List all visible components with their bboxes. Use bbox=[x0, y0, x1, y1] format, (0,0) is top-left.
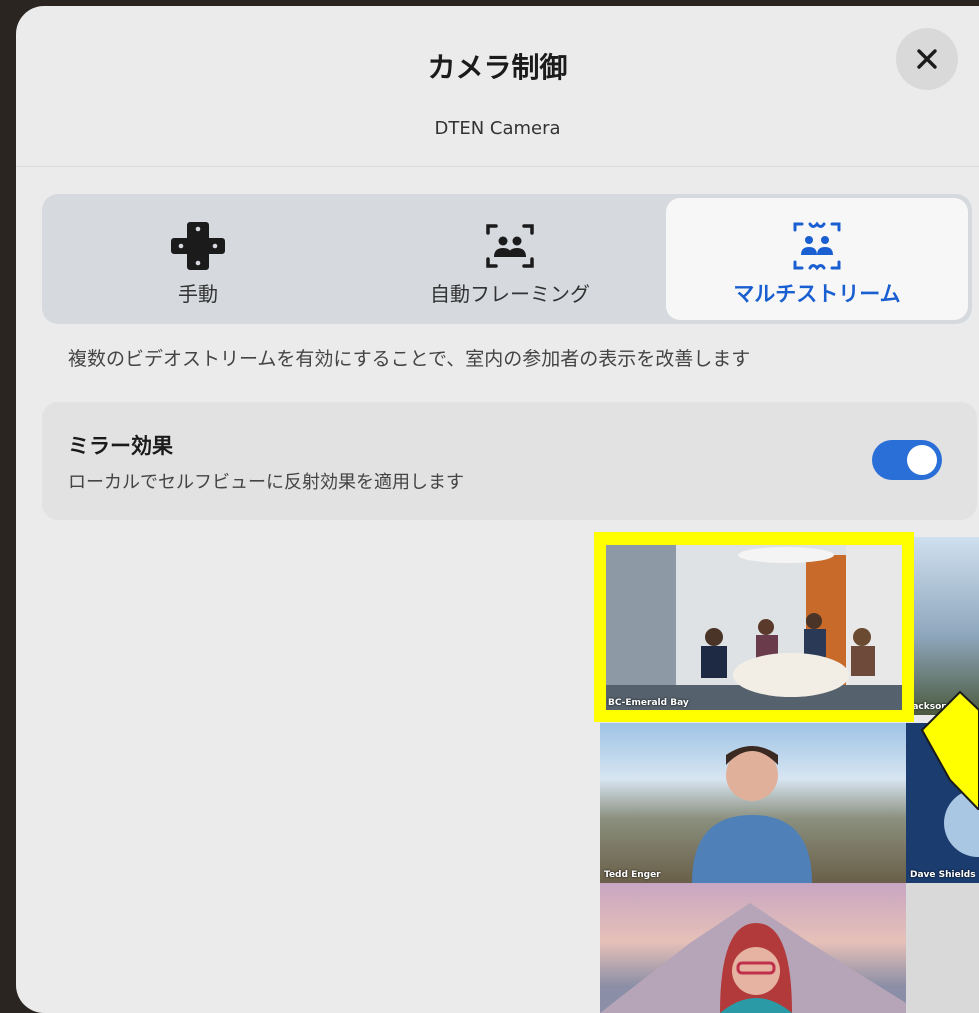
mode-multistream-button[interactable]: マルチストリーム bbox=[666, 198, 968, 320]
video-tile[interactable]: Jackson bbox=[905, 537, 979, 715]
participant-name: Dave Shields bbox=[910, 870, 976, 880]
dialog-title: カメラ制御 bbox=[427, 51, 568, 84]
toggle-knob bbox=[907, 445, 937, 475]
mode-auto-framing-label: 自動フレーミング bbox=[430, 282, 590, 306]
header-divider bbox=[16, 166, 979, 167]
close-icon bbox=[917, 49, 937, 69]
mode-multistream-label: マルチストリーム bbox=[733, 282, 901, 306]
mirror-effect-description: ローカルでセルフビューに反射効果を適用します bbox=[68, 472, 464, 493]
participant-name: Tedd Enger bbox=[604, 870, 661, 880]
video-tile[interactable]: BC-Emerald Bay bbox=[594, 532, 914, 722]
multistream-icon bbox=[793, 221, 841, 271]
participant-video bbox=[600, 903, 906, 1013]
mode-auto-framing-button[interactable]: 自動フレーミング bbox=[354, 194, 666, 324]
video-tile[interactable] bbox=[600, 883, 906, 1013]
camera-mode-selector: 手動 自動フレーミング マルチストリーム bbox=[42, 194, 972, 324]
mode-manual-label: 手動 bbox=[178, 282, 218, 306]
participant-name: BC-Emerald Bay bbox=[608, 698, 689, 708]
mirror-effect-title: ミラー効果 bbox=[68, 434, 173, 458]
participant-video bbox=[692, 746, 812, 883]
dpad-icon bbox=[171, 222, 225, 270]
video-tile[interactable]: Tedd Enger bbox=[600, 723, 906, 883]
auto-framing-icon bbox=[486, 224, 534, 268]
mirror-effect-toggle[interactable] bbox=[872, 440, 942, 480]
close-button[interactable] bbox=[896, 28, 958, 90]
mode-description: 複数のビデオストリームを有効にすることで、室内の参加者の表示を改善します bbox=[68, 348, 751, 370]
mode-manual-button[interactable]: 手動 bbox=[42, 194, 354, 324]
highlight-arrow bbox=[920, 690, 979, 810]
mirror-effect-setting: ミラー効果 ローカルでセルフビューに反射効果を適用します bbox=[42, 402, 977, 520]
conference-room-video bbox=[606, 545, 902, 710]
camera-device-name: DTEN Camera bbox=[434, 118, 561, 139]
video-tile bbox=[906, 883, 979, 1013]
